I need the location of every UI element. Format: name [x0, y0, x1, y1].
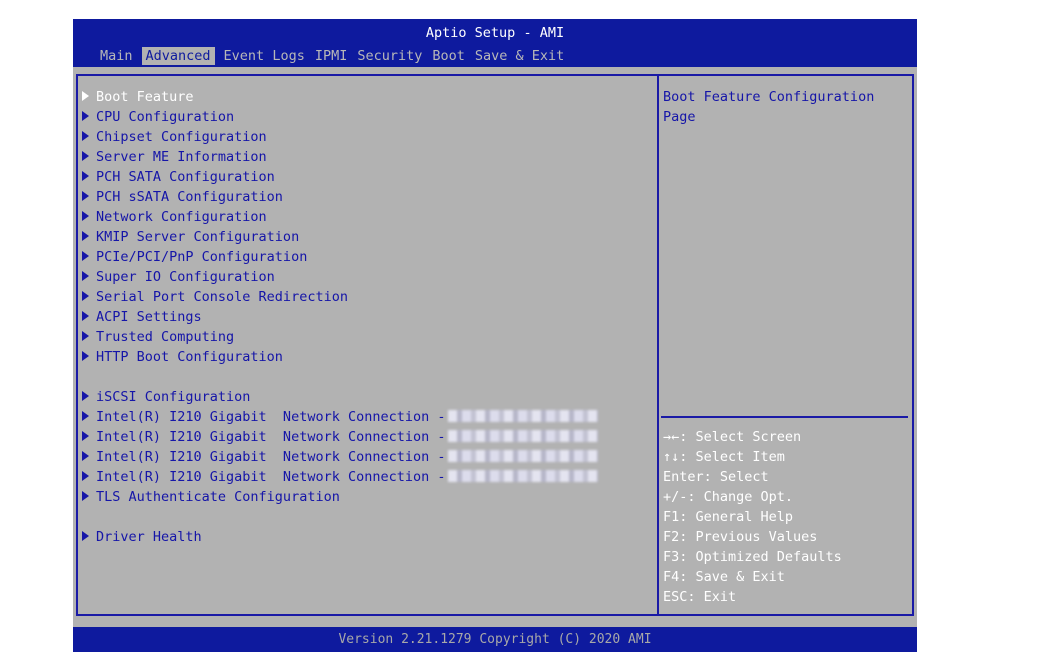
- submenu-arrow-icon: [82, 491, 89, 501]
- tab-bar: Main Advanced Event Logs IPMI Security B…: [99, 47, 565, 65]
- header-bar: Aptio Setup - AMI Main Advanced Event Lo…: [73, 19, 917, 67]
- submenu-arrow-icon: [82, 531, 89, 541]
- key-hint-f4: F4: Save & Exit: [663, 569, 785, 585]
- help-panel: Boot Feature Configuration Page →←: Sele…: [659, 74, 914, 616]
- help-description-line2: Page: [663, 109, 696, 125]
- redacted-mac-address: [447, 470, 598, 482]
- setup-title: Aptio Setup - AMI: [425, 25, 565, 41]
- menu-item-intel-i210-network-3[interactable]: Intel(R) I210 Gigabit Network Connection…: [82, 447, 598, 467]
- menu-item-pch-ssata-configuration[interactable]: PCH sSATA Configuration: [82, 187, 283, 207]
- menu-item-chipset-configuration[interactable]: Chipset Configuration: [82, 127, 267, 147]
- submenu-arrow-icon: [82, 231, 89, 241]
- version-footer: Version 2.21.1279 Copyright (C) 2020 AMI: [73, 627, 917, 652]
- submenu-arrow-icon: [82, 331, 89, 341]
- key-hint-esc: ESC: Exit: [663, 589, 737, 605]
- menu-item-http-boot-configuration[interactable]: HTTP Boot Configuration: [82, 347, 283, 367]
- menu-item-tls-authenticate-configuration[interactable]: TLS Authenticate Configuration: [82, 487, 340, 507]
- menu-item-intel-i210-network-1[interactable]: Intel(R) I210 Gigabit Network Connection…: [82, 407, 598, 427]
- tab-security[interactable]: Security: [356, 47, 423, 65]
- submenu-arrow-icon: [82, 471, 89, 481]
- tab-ipmi[interactable]: IPMI: [314, 47, 349, 65]
- menu-item-intel-i210-network-2[interactable]: Intel(R) I210 Gigabit Network Connection…: [82, 427, 598, 447]
- menu-item-network-configuration[interactable]: Network Configuration: [82, 207, 267, 227]
- menu-item-intel-i210-network-4[interactable]: Intel(R) I210 Gigabit Network Connection…: [82, 467, 598, 487]
- key-hint-f3: F3: Optimized Defaults: [663, 549, 842, 565]
- menu-item-driver-health[interactable]: Driver Health: [82, 527, 202, 547]
- menu-panel: Boot Feature CPU Configuration Chipset C…: [76, 74, 659, 616]
- submenu-arrow-icon: [82, 391, 89, 401]
- menu-item-server-me-information[interactable]: Server ME Information: [82, 147, 267, 167]
- menu-item-iscsi-configuration[interactable]: iSCSI Configuration: [82, 387, 250, 407]
- submenu-arrow-icon: [82, 91, 89, 101]
- menu-item-pch-sata-configuration[interactable]: PCH SATA Configuration: [82, 167, 275, 187]
- redacted-mac-address: [447, 450, 598, 462]
- submenu-arrow-icon: [82, 311, 89, 321]
- submenu-arrow-icon: [82, 191, 89, 201]
- key-hint-change-opt: +/-: Change Opt.: [663, 489, 794, 505]
- submenu-arrow-icon: [82, 351, 89, 361]
- tab-save-exit[interactable]: Save & Exit: [474, 47, 565, 65]
- tab-boot[interactable]: Boot: [431, 47, 466, 65]
- tab-advanced[interactable]: Advanced: [141, 47, 215, 65]
- submenu-arrow-icon: [82, 211, 89, 221]
- submenu-arrow-icon: [82, 131, 89, 141]
- key-hint-f1: F1: General Help: [663, 509, 794, 525]
- key-hint-enter: Enter: Select: [663, 469, 769, 485]
- tab-main[interactable]: Main: [99, 47, 134, 65]
- submenu-arrow-icon: [82, 291, 89, 301]
- help-divider: [661, 416, 908, 418]
- key-hint-select-screen: →←: Select Screen: [663, 429, 802, 445]
- submenu-arrow-icon: [82, 431, 89, 441]
- menu-item-kmip-server-configuration[interactable]: KMIP Server Configuration: [82, 227, 299, 247]
- menu-item-trusted-computing[interactable]: Trusted Computing: [82, 327, 234, 347]
- bios-setup-window: Aptio Setup - AMI Main Advanced Event Lo…: [73, 19, 917, 652]
- tab-event-logs[interactable]: Event Logs: [223, 47, 306, 65]
- submenu-arrow-icon: [82, 111, 89, 121]
- submenu-arrow-icon: [82, 171, 89, 181]
- redacted-mac-address: [447, 410, 598, 422]
- menu-item-boot-feature[interactable]: Boot Feature: [82, 87, 194, 107]
- submenu-arrow-icon: [82, 411, 89, 421]
- redacted-mac-address: [447, 430, 598, 442]
- key-hint-f2: F2: Previous Values: [663, 529, 818, 545]
- help-description-line1: Boot Feature Configuration: [663, 89, 875, 105]
- menu-item-pcie-pci-pnp-configuration[interactable]: PCIe/PCI/PnP Configuration: [82, 247, 307, 267]
- menu-item-acpi-settings[interactable]: ACPI Settings: [82, 307, 202, 327]
- submenu-arrow-icon: [82, 251, 89, 261]
- key-hint-select-item: ↑↓: Select Item: [663, 449, 785, 465]
- submenu-arrow-icon: [82, 271, 89, 281]
- submenu-arrow-icon: [82, 451, 89, 461]
- menu-item-cpu-configuration[interactable]: CPU Configuration: [82, 107, 234, 127]
- submenu-arrow-icon: [82, 151, 89, 161]
- menu-item-super-io-configuration[interactable]: Super IO Configuration: [82, 267, 275, 287]
- menu-item-serial-port-console-redirection[interactable]: Serial Port Console Redirection: [82, 287, 348, 307]
